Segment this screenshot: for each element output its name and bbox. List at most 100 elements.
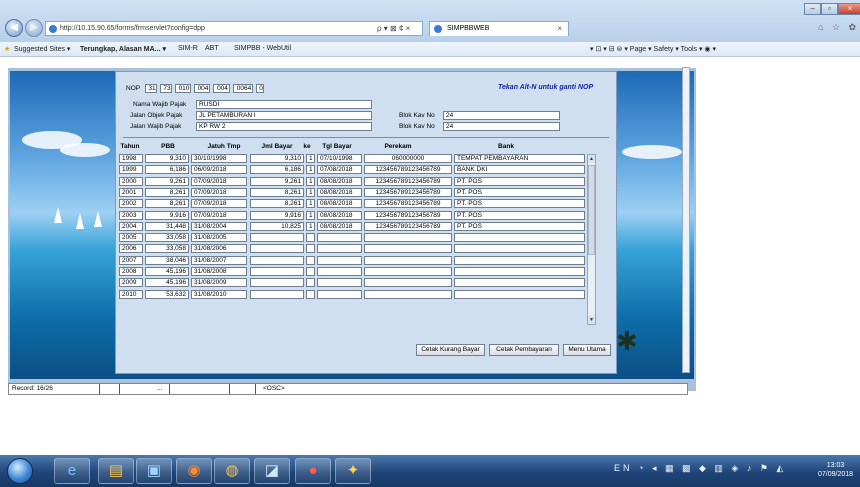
cell-tgl[interactable]: [317, 289, 362, 299]
system-tray[interactable]: EN ◔ ◂ ▦ ▩ ◆ ▥ ◈ ♪ ⚑ ◭: [614, 463, 786, 474]
cell-jatuh[interactable]: 31/08/2005: [191, 233, 247, 243]
cell-pbb[interactable]: 45,196: [145, 267, 189, 276]
nop-field-2[interactable]: 73: [160, 84, 172, 93]
cell-bank[interactable]: PT. POS: [454, 221, 585, 231]
cell-jml[interactable]: 6,186: [250, 165, 304, 175]
cell-bank[interactable]: BANK DKI: [454, 165, 585, 175]
scroll-down-arrow-icon[interactable]: ▼: [588, 316, 595, 324]
address-bar[interactable]: http://10.15.90.65/forms/frmservlet?conf…: [45, 21, 423, 36]
cell-bank[interactable]: [454, 289, 585, 299]
cell-pbb[interactable]: 45,196: [145, 278, 189, 288]
cell-tgl[interactable]: 08/08/2018: [317, 187, 362, 197]
command-bar[interactable]: ▾ ⊡ ▾ ⊟ ⊜ ▾ Page ▾ Safety ▾ Tools ▾ ◉ ▾: [590, 45, 716, 53]
cell-tahun[interactable]: 2003: [119, 210, 143, 220]
cell-tgl[interactable]: 08/08/2018: [317, 221, 362, 231]
opera-taskbar-icon[interactable]: ●: [295, 458, 331, 484]
cell-perekam[interactable]: [364, 267, 452, 276]
cell-bank[interactable]: [454, 255, 585, 265]
fav-suggested-sites[interactable]: Suggested Sites ▾: [14, 45, 70, 53]
cell-jatuh[interactable]: 31/08/2007: [191, 255, 247, 265]
cell-jatuh[interactable]: 31/08/2006: [191, 244, 247, 254]
cell-jml[interactable]: 9,916: [250, 210, 304, 220]
scroll-up-arrow-icon[interactable]: ▲: [588, 155, 595, 163]
cell-perekam[interactable]: 123456789123456789: [364, 187, 452, 197]
app-taskbar-icon-3[interactable]: ✦: [335, 458, 371, 484]
cell-tgl[interactable]: [317, 255, 362, 265]
cell-bank[interactable]: [454, 278, 585, 288]
cell-perekam[interactable]: 123456789123456789: [364, 210, 452, 220]
cell-tahun[interactable]: 1998: [119, 154, 143, 163]
maximize-button[interactable]: ▫: [821, 3, 838, 15]
cell-pbb[interactable]: 9,916: [145, 210, 189, 220]
ie-taskbar-icon[interactable]: e: [54, 458, 90, 484]
cell-jatuh[interactable]: 07/09/2018: [191, 187, 247, 197]
cell-jatuh[interactable]: 31/08/2009: [191, 278, 247, 288]
cell-pbb[interactable]: 9,310: [145, 154, 189, 163]
cell-tahun[interactable]: 2005: [119, 233, 143, 243]
cell-bank[interactable]: PT. POS: [454, 187, 585, 197]
cell-pbb[interactable]: 31,448: [145, 221, 189, 231]
cell-tahun[interactable]: 2000: [119, 176, 143, 186]
fav-abt[interactable]: ABT: [205, 45, 219, 52]
cell-ke[interactable]: 1: [306, 154, 315, 163]
applet-scrollbar[interactable]: [682, 67, 690, 373]
cell-tgl[interactable]: 08/08/2018: [317, 176, 362, 186]
cell-tahun[interactable]: 2004: [119, 221, 143, 231]
start-button[interactable]: [7, 458, 33, 484]
cell-jml[interactable]: 10,825: [250, 221, 304, 231]
cell-perekam[interactable]: 123456789123456789: [364, 199, 452, 209]
cell-pbb[interactable]: 53,632: [145, 289, 189, 299]
cell-bank[interactable]: TEMPAT PEMBAYARAN: [454, 154, 585, 163]
cell-jml[interactable]: 8,261: [250, 187, 304, 197]
fav-sim-r[interactable]: SIM-R: [178, 45, 198, 52]
cell-ke[interactable]: 1: [306, 187, 315, 197]
cetak-pembayaran-button[interactable]: Cetak Pembayaran: [489, 344, 559, 356]
cell-tahun[interactable]: 2009: [119, 278, 143, 288]
cell-pbb[interactable]: 9,261: [145, 176, 189, 186]
home-favorites-settings-icons[interactable]: ⌂ ☆ ✿: [818, 22, 859, 33]
cell-pbb[interactable]: 38,046: [145, 255, 189, 265]
cell-tahun[interactable]: 2001: [119, 187, 143, 197]
cell-pbb[interactable]: 8,261: [145, 187, 189, 197]
forward-button[interactable]: ▶: [25, 19, 43, 37]
cell-jml[interactable]: [250, 244, 304, 254]
nop-field-7[interactable]: 0: [256, 84, 264, 93]
cell-perekam[interactable]: [364, 289, 452, 299]
cell-jatuh[interactable]: 30/10/1998: [191, 154, 247, 163]
cell-jatuh[interactable]: 06/09/2018: [191, 165, 247, 175]
cell-perekam[interactable]: [364, 244, 452, 254]
nop-field-6[interactable]: 0064: [233, 84, 253, 93]
jalan-wajib-pajak-field[interactable]: KP RW 2: [196, 122, 372, 131]
cell-tgl[interactable]: [317, 267, 362, 276]
cell-tgl[interactable]: 07/08/2018: [317, 165, 362, 175]
cell-tgl[interactable]: 07/10/1998: [317, 154, 362, 163]
blok-kav-no-field-2[interactable]: 24: [443, 122, 560, 131]
cell-jml[interactable]: [250, 267, 304, 276]
address-tools[interactable]: ρ ▾ ⊠ ¢ ×: [377, 24, 410, 33]
cell-tahun[interactable]: 1999: [119, 165, 143, 175]
back-button[interactable]: ◀: [5, 19, 23, 37]
cell-bank[interactable]: [454, 267, 585, 276]
cell-bank[interactable]: PT. POS: [454, 176, 585, 186]
cell-tahun[interactable]: 2008: [119, 267, 143, 276]
scroll-thumb[interactable]: [588, 165, 595, 255]
cell-tahun[interactable]: 2002: [119, 199, 143, 209]
app-taskbar-icon[interactable]: ▣: [136, 458, 172, 484]
nama-wajib-pajak-field[interactable]: RUSDI: [196, 100, 372, 109]
cell-tgl[interactable]: [317, 233, 362, 243]
cell-pbb[interactable]: 33,058: [145, 244, 189, 254]
minimize-button[interactable]: –: [804, 3, 821, 15]
cell-ke[interactable]: [306, 255, 315, 265]
cell-bank[interactable]: [454, 233, 585, 243]
cell-bank[interactable]: PT. POS: [454, 210, 585, 220]
cell-jatuh[interactable]: 31/08/2004: [191, 221, 247, 231]
explorer-taskbar-icon[interactable]: ▤: [98, 458, 134, 484]
cell-jatuh[interactable]: 07/09/2018: [191, 176, 247, 186]
cell-tahun[interactable]: 2010: [119, 289, 143, 299]
address-url[interactable]: http://10.15.90.65/forms/frmservlet?conf…: [60, 25, 205, 32]
cell-jatuh[interactable]: 31/08/2008: [191, 267, 247, 276]
menu-utama-button[interactable]: Menu Utama: [563, 344, 611, 356]
cell-jatuh[interactable]: 31/08/2010: [191, 289, 247, 299]
cell-pbb[interactable]: 8,261: [145, 199, 189, 209]
cell-ke[interactable]: [306, 233, 315, 243]
